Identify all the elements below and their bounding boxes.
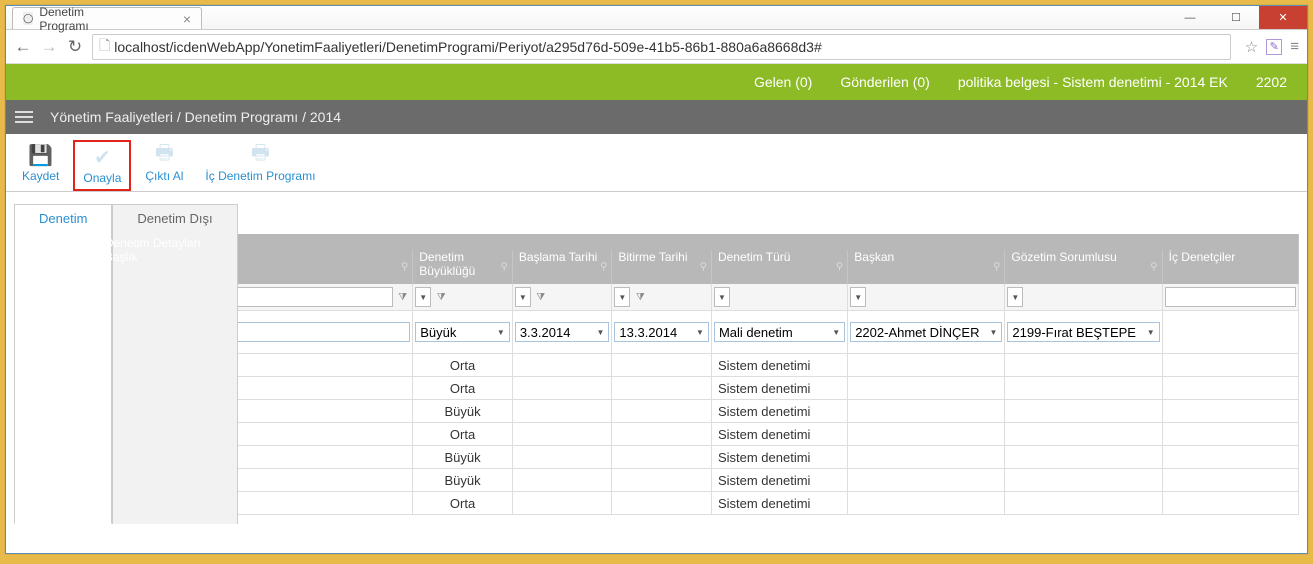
- edit-baskan[interactable]: 2202-Ahmet DİNÇER▼: [850, 322, 1002, 342]
- col-baskan[interactable]: Başkan⚲: [848, 250, 1005, 284]
- user-code: 2202: [1256, 74, 1287, 90]
- edit-tur[interactable]: Mali denetim▼: [714, 322, 845, 342]
- approve-button[interactable]: ✔ Onayla: [73, 140, 131, 191]
- ic-denetim-button[interactable]: 🖶 İç Denetim Programı: [197, 140, 323, 187]
- edit-bitirme[interactable]: 13.3.2014▼: [614, 322, 709, 342]
- sent-link[interactable]: Gönderilen (0): [840, 74, 930, 90]
- icdp-label: İç Denetim Programı: [205, 169, 315, 183]
- favicon-icon: ◯: [23, 12, 33, 25]
- edit-baslama[interactable]: 3.3.2014▼: [515, 322, 610, 342]
- pin-icon[interactable]: ⚲: [600, 262, 607, 273]
- col-icden[interactable]: İç Denetçiler: [1162, 250, 1298, 284]
- minimize-button[interactable]: —: [1167, 6, 1213, 29]
- save-label: Kaydet: [22, 169, 59, 183]
- filter-funnel-icon[interactable]: ⧩: [533, 287, 549, 307]
- toolbar: 💾 Kaydet ✔ Onayla 🖶 Çıktı Al 🖶 İç Deneti…: [6, 134, 1307, 192]
- pin-icon[interactable]: ⚲: [401, 262, 408, 273]
- inbox-link[interactable]: Gelen (0): [754, 74, 812, 90]
- header-bar: Gelen (0) Gönderilen (0) politika belges…: [6, 64, 1307, 100]
- filter-baslama[interactable]: ▼: [515, 287, 531, 307]
- url-text: localhost/icdenWebApp/YonetimFaaliyetler…: [114, 39, 821, 55]
- col-buyukluk[interactable]: Denetim Büyüklüğü⚲: [413, 250, 513, 284]
- approve-icon: ✔: [94, 146, 111, 168]
- forward-icon[interactable]: →: [40, 37, 58, 57]
- filter-gozetim[interactable]: ▼: [1007, 287, 1023, 307]
- reload-icon[interactable]: ↻: [66, 37, 84, 57]
- approve-label: Onayla: [83, 171, 121, 185]
- save-button[interactable]: 💾 Kaydet: [14, 140, 67, 187]
- menu-icon[interactable]: ≡: [1290, 38, 1299, 55]
- edit-icon[interactable]: ✎: [1266, 39, 1282, 55]
- filter-funnel-icon[interactable]: ⧩: [632, 287, 648, 307]
- maximize-button[interactable]: ☐: [1213, 6, 1259, 29]
- filter-bitirme[interactable]: ▼: [614, 287, 630, 307]
- print-label: Çıktı Al: [145, 169, 183, 183]
- filter-buyukluk[interactable]: ▼: [415, 287, 431, 307]
- col-group-detay: Denetim Detayları: [98, 234, 1298, 250]
- browser-tab[interactable]: ◯ Denetim Programı ×: [12, 7, 202, 29]
- address-bar: ← → ↻ 🗋 localhost/icdenWebApp/YonetimFaa…: [6, 30, 1307, 64]
- edit-gozetim[interactable]: 2199-Fırat BEŞTEPE▼: [1007, 322, 1159, 342]
- star-icon[interactable]: ☆: [1245, 38, 1258, 56]
- col-bitirme[interactable]: Bitirme Tarihi⚲: [612, 250, 712, 284]
- col-gozetim[interactable]: Gözetim Sorumlusu⚲: [1005, 250, 1162, 284]
- col-islemler[interactable]: İşlemler: [15, 234, 99, 284]
- pin-icon[interactable]: ⚲: [700, 262, 707, 273]
- window-titlebar: ◯ Denetim Programı × — ☐ ✕: [6, 6, 1307, 30]
- pin-icon[interactable]: ⚲: [836, 262, 843, 273]
- print-icon: 🖶: [155, 144, 174, 166]
- url-input[interactable]: 🗋 localhost/icdenWebApp/YonetimFaaliyetl…: [92, 34, 1231, 60]
- tab-title: Denetim Programı: [39, 5, 116, 33]
- filter-funnel-icon[interactable]: ⧩: [433, 287, 449, 307]
- print-button[interactable]: 🖶 Çıktı Al: [137, 140, 191, 187]
- pin-icon[interactable]: ⚲: [1150, 262, 1157, 273]
- filter-funnel-icon[interactable]: ⧩: [395, 287, 410, 307]
- filter-tur[interactable]: ▼: [714, 287, 730, 307]
- col-baslama[interactable]: Başlama Tarihi⚲: [512, 250, 612, 284]
- col-tur[interactable]: Denetim Türü⚲: [711, 250, 847, 284]
- save-icon: 💾: [28, 144, 53, 166]
- edit-buyukluk[interactable]: Büyük▼: [415, 322, 510, 342]
- pin-icon[interactable]: ⚲: [993, 262, 1000, 273]
- breadcrumb-bar: Yönetim Faaliyetleri / Denetim Programı …: [6, 100, 1307, 134]
- col-baslik[interactable]: Başlık⚲: [98, 250, 412, 284]
- print2-icon: 🖶: [251, 144, 270, 166]
- hamburger-icon[interactable]: [6, 111, 42, 123]
- pin-icon[interactable]: ⚲: [501, 262, 508, 273]
- close-tab-icon[interactable]: ×: [183, 11, 191, 27]
- page-icon: 🗋: [99, 35, 110, 59]
- back-icon[interactable]: ←: [14, 37, 32, 57]
- filter-icden[interactable]: [1165, 287, 1296, 307]
- filter-baskan[interactable]: ▼: [850, 287, 866, 307]
- close-window-button[interactable]: ✕: [1259, 6, 1307, 29]
- context-label: politika belgesi - Sistem denetimi - 201…: [958, 74, 1228, 90]
- breadcrumb: Yönetim Faaliyetleri / Denetim Programı …: [50, 109, 341, 125]
